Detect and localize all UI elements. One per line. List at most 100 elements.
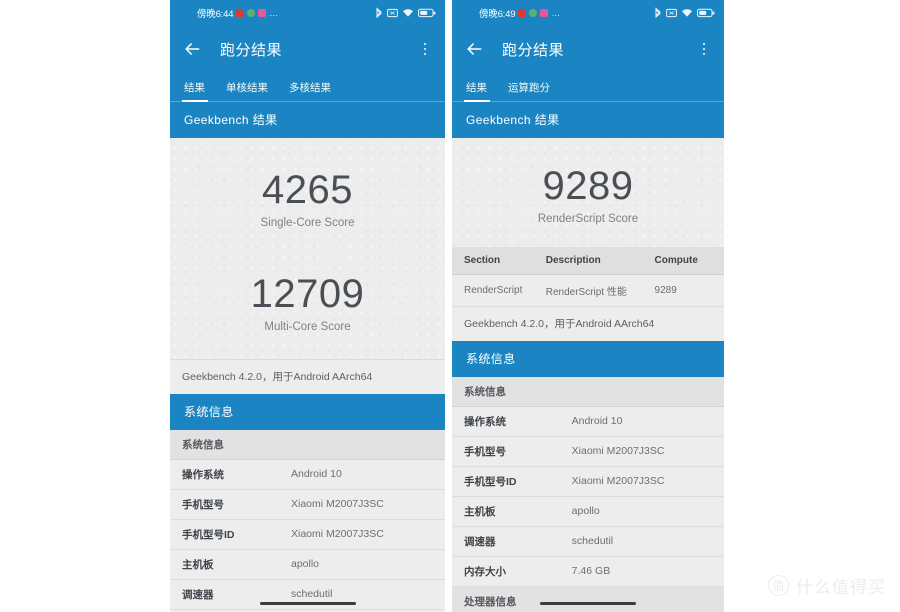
overflow-menu-icon[interactable] bbox=[417, 40, 433, 58]
tab-multi-core[interactable]: 多核结果 bbox=[289, 80, 342, 102]
row-key: 操作系统 bbox=[464, 415, 506, 428]
status-bar: 傍晚6:49 … bbox=[452, 0, 724, 26]
system-info-header: 系统信息 bbox=[170, 393, 445, 430]
table-row: 手机型号ID Xiaomi M2007J3SC bbox=[170, 519, 445, 550]
status-bar-right bbox=[654, 7, 715, 19]
row-key: 手机型号 bbox=[464, 445, 506, 458]
results-content: 4265 Single-Core Score 12709 Multi-Core … bbox=[170, 138, 445, 394]
column-header-description: Description bbox=[545, 254, 601, 266]
column-header-compute: Compute bbox=[654, 254, 698, 266]
row-key: 操作系统 bbox=[182, 468, 224, 481]
tab-results[interactable]: 结果 bbox=[182, 80, 216, 102]
status-bar-left: 傍晚6:44 … bbox=[179, 6, 375, 20]
row-key: 手机型号ID bbox=[464, 475, 517, 488]
geekbench-results-header: Geekbench 结果 bbox=[452, 102, 724, 138]
system-info-table: 系统信息 操作系统 Android 10 手机型号 Xiaomi M2007J3… bbox=[170, 429, 445, 612]
status-bar-right bbox=[375, 7, 436, 19]
overflow-menu-icon[interactable] bbox=[696, 40, 712, 58]
bluetooth-icon bbox=[376, 7, 382, 19]
bluetooth-icon bbox=[655, 7, 661, 19]
page-title: 跑分结果 bbox=[502, 41, 565, 59]
status-bar-overflow-icon: … bbox=[269, 8, 279, 18]
watermark-badge: 值 bbox=[768, 575, 789, 596]
tab-bar: 结果 运算跑分 bbox=[452, 72, 724, 102]
tab-results[interactable]: 结果 bbox=[464, 80, 498, 102]
cell-section: RenderScript bbox=[464, 284, 523, 296]
single-core-score-block: 4265 Single-Core Score bbox=[170, 138, 445, 229]
row-value: Xiaomi M2007J3SC bbox=[571, 475, 665, 488]
site-watermark: 值 什么值得买 bbox=[768, 573, 886, 598]
pink-app-icon bbox=[258, 9, 267, 17]
status-bar-left: 傍晚6:49 … bbox=[461, 6, 654, 20]
subheader-label: 系统信息 bbox=[464, 385, 506, 398]
wifi-icon bbox=[403, 9, 413, 17]
row-value: Xiaomi M2007J3SC bbox=[291, 498, 384, 510]
multi-core-score-block: 12709 Multi-Core Score bbox=[170, 229, 445, 359]
row-value: Android 10 bbox=[571, 415, 623, 428]
tab-bar-divider bbox=[170, 101, 445, 102]
system-info-header: 系统信息 bbox=[452, 340, 724, 377]
phone-screenshot-left: 傍晚6:44 … 跑分结果 结果 单核结果 多核结果 Geekbench 结果 … bbox=[170, 0, 445, 612]
status-bar-overflow-icon: … bbox=[551, 8, 561, 18]
row-key: 手机型号ID bbox=[182, 528, 235, 541]
single-core-score-label: Single-Core Score bbox=[260, 216, 355, 229]
screenshot-canvas: 傍晚6:44 … 跑分结果 结果 单核结果 多核结果 Geekbench 结果 … bbox=[0, 0, 900, 612]
battery-icon bbox=[418, 8, 436, 18]
back-arrow-icon[interactable] bbox=[182, 39, 202, 59]
row-value: Android 10 bbox=[291, 468, 342, 480]
table-header-row: Section Description Compute bbox=[452, 246, 724, 275]
table-row: 手机型号 Xiaomi M2007J3SC bbox=[170, 489, 445, 520]
column-header-section: Section bbox=[464, 254, 501, 266]
renderscript-result-table: Section Description Compute RenderScript… bbox=[452, 246, 724, 307]
row-key: 内存大小 bbox=[464, 565, 506, 578]
cell-compute: 9289 bbox=[654, 284, 677, 296]
table-row: RenderScript RenderScript 性能 9289 bbox=[452, 274, 724, 307]
table-row: 操作系统 Android 10 bbox=[170, 459, 445, 490]
geekbench-version-note: Geekbench 4.2.0，用于Android AArch64 bbox=[452, 306, 724, 341]
tab-single-core[interactable]: 单核结果 bbox=[226, 80, 279, 102]
table-row: 调速器 schedutil bbox=[452, 526, 724, 557]
renderscript-score-value: 9289 bbox=[542, 164, 634, 208]
results-content: 9289 RenderScript Score Section Descript… bbox=[452, 138, 724, 341]
status-bar: 傍晚6:44 … bbox=[170, 0, 445, 26]
green-app-icon bbox=[529, 9, 538, 17]
table-subheader-system: 系统信息 bbox=[170, 429, 445, 460]
row-value: Xiaomi M2007J3SC bbox=[291, 528, 384, 540]
single-core-score-value: 4265 bbox=[262, 168, 353, 212]
subheader-label: 系统信息 bbox=[182, 438, 224, 451]
back-arrow-icon[interactable] bbox=[464, 39, 484, 59]
green-app-icon bbox=[247, 9, 256, 17]
geekbench-results-header: Geekbench 结果 bbox=[170, 102, 445, 138]
red-app-icon bbox=[236, 9, 245, 17]
renderscript-score-block: 9289 RenderScript Score bbox=[452, 138, 724, 247]
subheader-label: 处理器信息 bbox=[464, 595, 517, 608]
wifi-icon bbox=[682, 9, 692, 17]
renderscript-score-label: RenderScript Score bbox=[537, 212, 639, 225]
row-key: 手机型号 bbox=[182, 498, 224, 511]
row-key: 调速器 bbox=[182, 588, 214, 601]
system-info-table: 系统信息 操作系统 Android 10 手机型号 Xiaomi M2007J3… bbox=[452, 376, 724, 612]
table-row: 手机型号 Xiaomi M2007J3SC bbox=[452, 436, 724, 467]
row-key: 调速器 bbox=[464, 535, 496, 548]
table-subheader-processor: 处理器信息 bbox=[452, 586, 724, 612]
row-value: Xiaomi M2007J3SC bbox=[571, 445, 665, 458]
row-key: 主机板 bbox=[182, 558, 214, 571]
pink-app-icon bbox=[540, 9, 549, 17]
tab-bar: 结果 单核结果 多核结果 bbox=[170, 72, 445, 102]
alarm-icon bbox=[387, 8, 398, 18]
phone-screenshot-right: 傍晚6:49 … 跑分结果 结果 运算跑分 Geekbench 结果 9289 … bbox=[452, 0, 724, 612]
tab-compute[interactable]: 运算跑分 bbox=[508, 80, 561, 102]
app-bar: 跑分结果 bbox=[170, 26, 445, 72]
table-row: 内存大小 7.46 GB bbox=[452, 556, 724, 587]
table-row: 操作系统 Android 10 bbox=[452, 406, 724, 437]
row-value: schedutil bbox=[571, 535, 614, 548]
app-bar: 跑分结果 bbox=[452, 26, 724, 72]
table-subheader-system: 系统信息 bbox=[452, 376, 724, 407]
row-value: schedutil bbox=[291, 588, 333, 600]
multi-core-score-label: Multi-Core Score bbox=[264, 320, 351, 333]
page-title: 跑分结果 bbox=[220, 41, 283, 59]
status-bar-clock: 傍晚6:44 bbox=[197, 9, 234, 20]
row-value: 7.46 GB bbox=[571, 565, 611, 578]
multi-core-score-value: 12709 bbox=[250, 271, 365, 316]
status-bar-clock: 傍晚6:49 bbox=[479, 9, 516, 20]
